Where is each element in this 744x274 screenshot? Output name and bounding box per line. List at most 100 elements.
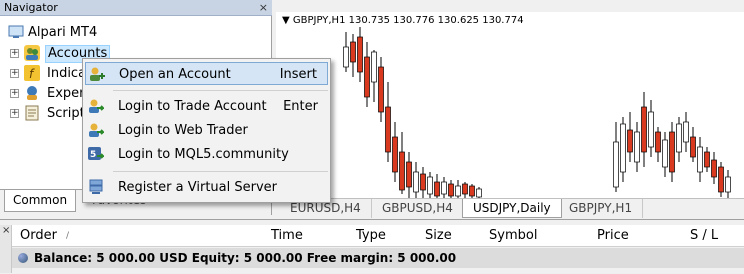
menu-separator <box>113 90 328 91</box>
navigator-titlebar: Navigator × <box>0 0 272 16</box>
candle-body <box>648 111 654 148</box>
menu-item-login-web[interactable]: Login to Web Trader <box>85 119 328 142</box>
candle-body <box>343 46 349 68</box>
indicators-icon: f <box>24 65 40 81</box>
accounts-icon <box>24 45 40 61</box>
candle-body <box>448 183 454 197</box>
menu-item-register-server[interactable]: Register a Virtual Server <box>85 176 328 199</box>
terminal-panel: × Order / Time Type Size Symbol Price S … <box>0 219 744 274</box>
expand-icon[interactable]: + <box>10 69 19 78</box>
tree-item-experts[interactable]: + Exper <box>10 84 90 103</box>
candle-body <box>662 139 668 168</box>
tree-label-scripts: Script <box>47 106 85 121</box>
terminal-icon <box>8 25 24 38</box>
web-login-icon <box>89 123 104 137</box>
candle-body <box>441 181 447 195</box>
column-sl[interactable]: S / L <box>690 225 718 247</box>
menu-shortcut: Insert <box>279 67 317 82</box>
tree-label-experts: Exper <box>47 86 85 101</box>
chart-header-arrow-icon: ▼ <box>282 15 293 26</box>
close-icon[interactable]: × <box>2 225 10 236</box>
tab-common[interactable]: Common <box>4 190 77 212</box>
expand-icon[interactable]: + <box>10 89 19 98</box>
chart-tabs: EURUSD,H4 GBPUSD,H4 USDJPY,Daily GBPJPY,… <box>276 198 744 218</box>
candle-body <box>476 188 482 198</box>
column-time[interactable]: Time <box>271 225 303 247</box>
menu-item-login-mql5[interactable]: 5 Login to MQL5.community <box>85 143 328 166</box>
menu-label: Login to Web Trader <box>118 123 248 138</box>
candle-body <box>357 36 363 73</box>
menu-label: Open an Account <box>119 67 231 82</box>
candle-body <box>364 56 370 98</box>
scripts-icon <box>25 105 39 121</box>
experts-icon <box>27 86 37 100</box>
balance-text: Balance: 5 000.00 USD Equity: 5 000.00 F… <box>34 251 457 265</box>
menu-label: Login to MQL5.community <box>118 147 289 162</box>
candle-body <box>641 106 647 153</box>
column-order[interactable]: Order <box>20 225 57 247</box>
candlestick-chart <box>343 27 731 198</box>
tree-label-indicators: Indica <box>47 66 87 81</box>
tab-chart-gbpjpy[interactable]: GBPJPY,H1 <box>559 199 644 218</box>
svg-text:5: 5 <box>90 150 96 160</box>
column-price[interactable]: Price <box>597 225 629 247</box>
candle-body <box>718 166 724 193</box>
candle-body <box>434 181 440 197</box>
candle-body <box>427 176 433 195</box>
menu-shortcut: Enter <box>283 99 318 114</box>
candle-body <box>634 131 640 163</box>
orders-table-header: Order / Time Type Size Symbol Price S / … <box>12 225 744 247</box>
context-menu: Open an Account Insert Login to Trade Ac… <box>82 58 331 203</box>
menu-label: Register a Virtual Server <box>118 180 277 195</box>
user-add-icon <box>90 67 105 81</box>
menu-item-login-trade[interactable]: Login to Trade Account Enter <box>85 95 328 118</box>
close-icon[interactable]: × <box>259 0 268 15</box>
column-size[interactable]: Size <box>425 225 452 247</box>
candle-body <box>385 106 391 153</box>
balance-icon <box>18 253 28 263</box>
candle-body <box>413 171 419 193</box>
expand-icon[interactable]: + <box>10 109 19 118</box>
candle-body <box>399 151 405 191</box>
expand-icon[interactable]: + <box>10 49 19 58</box>
tree-item-indicators[interactable]: + f Indica <box>10 64 90 83</box>
column-type[interactable]: Type <box>356 225 386 247</box>
tree-item-scripts[interactable]: + Script <box>10 104 90 123</box>
candle-body <box>469 185 475 197</box>
candle-body <box>676 123 682 153</box>
candle-body <box>704 151 710 168</box>
menu-separator <box>113 171 328 172</box>
column-symbol[interactable]: Symbol <box>489 225 537 247</box>
menu-item-open-account[interactable]: Open an Account Insert <box>85 62 328 85</box>
candle-body <box>420 173 426 191</box>
login-icon <box>89 99 104 113</box>
sort-icon: / <box>66 231 70 241</box>
candle-body <box>711 159 717 178</box>
terminal-side-bar: × <box>0 225 12 273</box>
chart-header-text: GBPJPY,H1 130.735 130.776 130.625 130.77… <box>292 15 524 26</box>
candle-body <box>690 136 696 158</box>
server-icon <box>89 179 103 194</box>
tree-label-root: Alpari MT4 <box>28 25 98 40</box>
navigator-title: Navigator <box>4 1 58 14</box>
tab-chart-usdjpy[interactable]: USDJPY,Daily <box>462 199 562 218</box>
menu-label: Login to Trade Account <box>118 99 267 114</box>
candle-body <box>455 185 461 197</box>
chart-header: ▼ GBPJPY,H1 130.735 130.776 130.625 130.… <box>282 15 524 26</box>
candle-body <box>669 131 675 173</box>
mql5-icon: 5 <box>88 147 104 160</box>
candle-body <box>371 51 377 83</box>
candle-body <box>620 123 626 173</box>
candle-body <box>392 136 398 173</box>
price-chart[interactable]: ▼ GBPJPY,H1 130.735 130.776 130.625 130.… <box>276 12 744 198</box>
candle-body <box>655 131 661 153</box>
candle-body <box>627 129 633 153</box>
candle-body <box>462 183 468 195</box>
candle-body <box>683 121 689 143</box>
balance-row[interactable]: Balance: 5 000.00 USD Equity: 5 000.00 F… <box>12 248 744 268</box>
tab-chart-gbpusd[interactable]: GBPUSD,H4 <box>372 199 464 218</box>
candle-body <box>725 176 731 193</box>
candle-body <box>697 146 703 173</box>
candle-body <box>613 141 619 188</box>
candle-body <box>350 41 356 63</box>
